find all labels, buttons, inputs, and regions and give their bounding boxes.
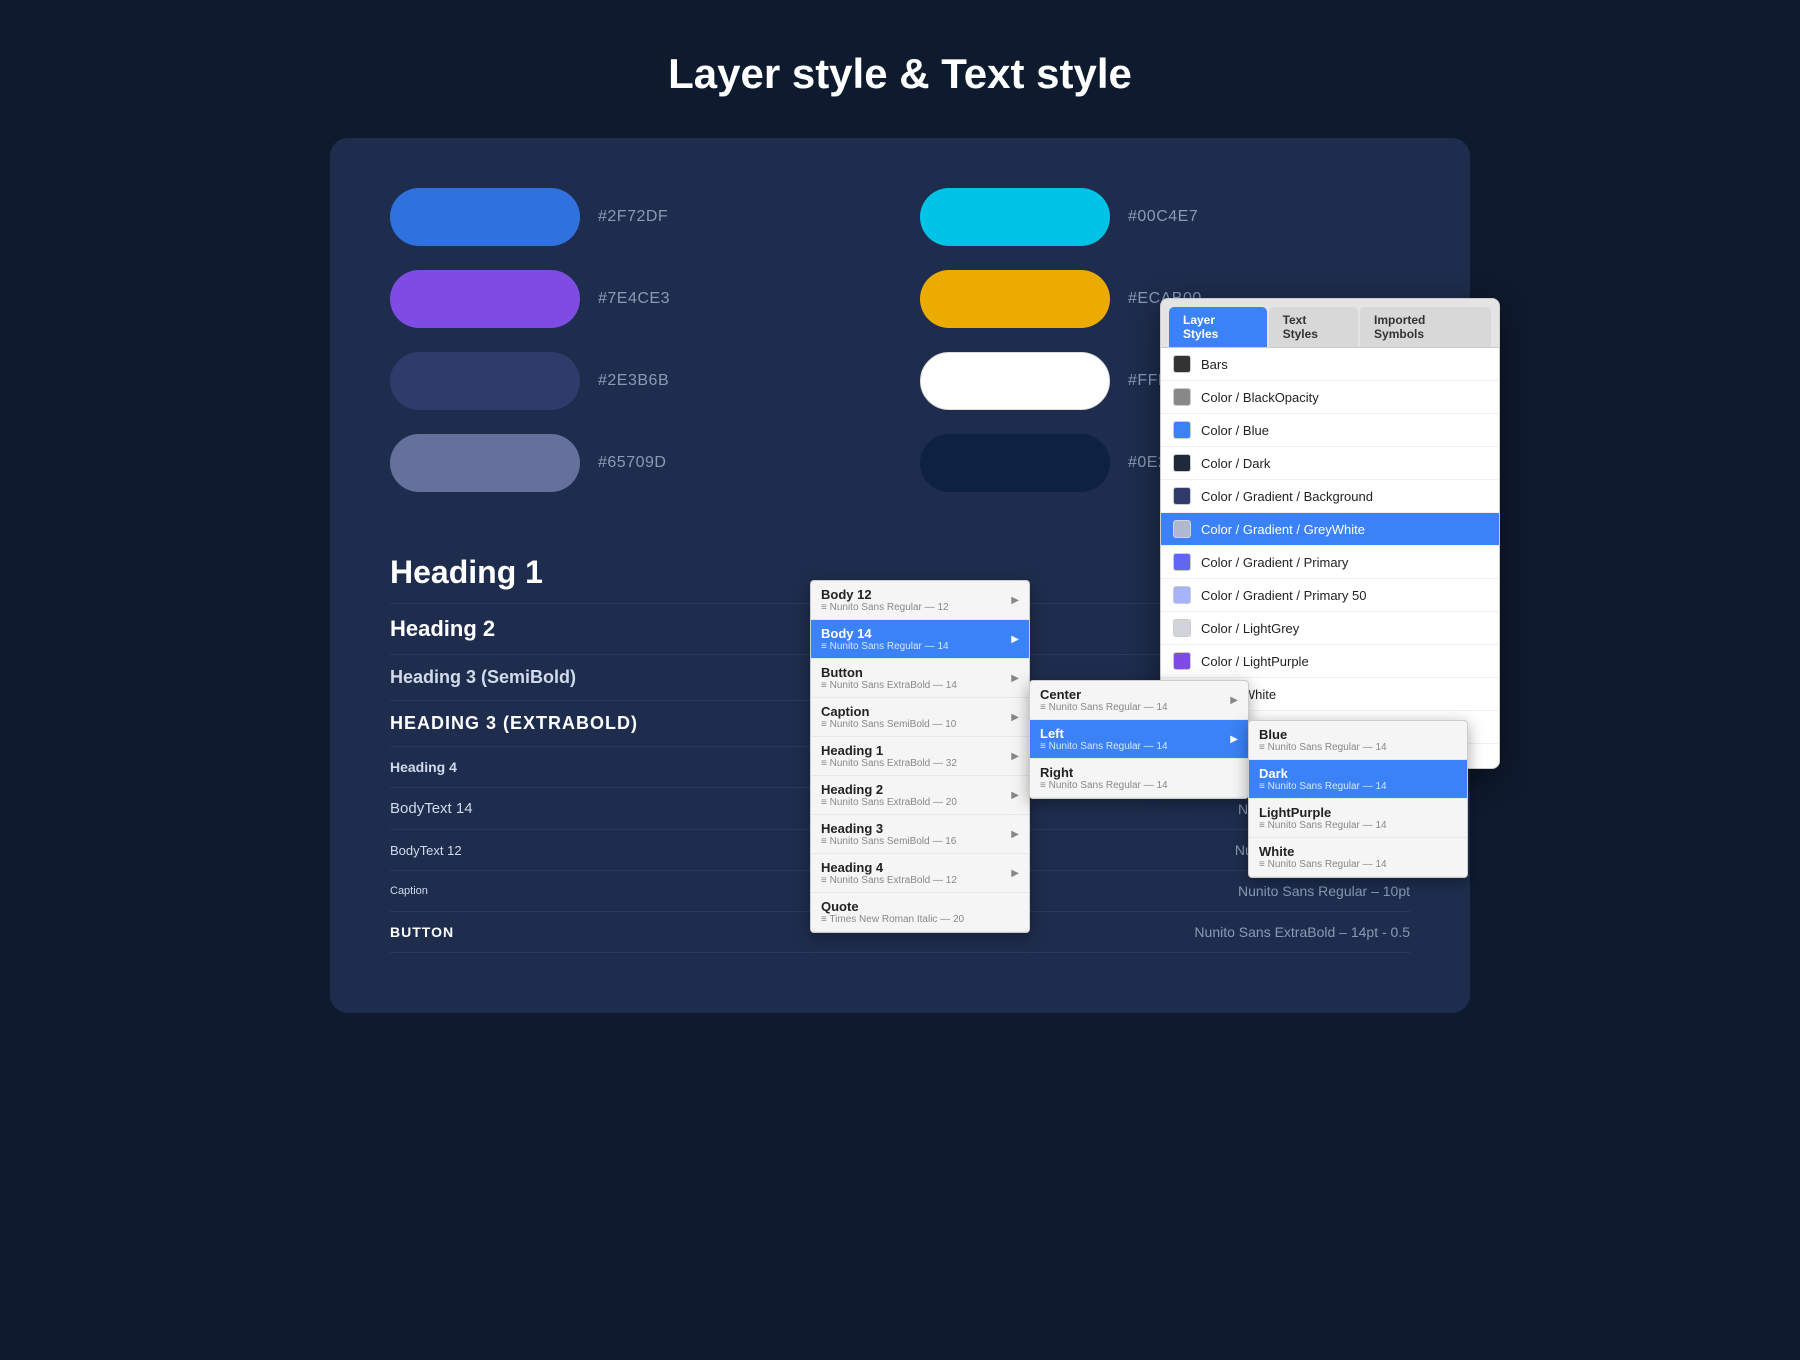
type-label-button: BUTTON: [390, 924, 454, 940]
text-menu-l2: Center≡ Nunito Sans Regular — 14▶Left≡ N…: [1029, 680, 1249, 799]
color-dot-icon: [1173, 421, 1191, 439]
dropdown-item[interactable]: Center≡ Nunito Sans Regular — 14▶: [1030, 681, 1248, 720]
panel-item[interactable]: Color / Gradient / Primary: [1161, 546, 1499, 579]
arrow-icon: ▶: [1011, 673, 1019, 684]
panel-item[interactable]: Bars: [1161, 348, 1499, 381]
arrow-icon: ▶: [1230, 734, 1238, 745]
type-label-caption: Caption: [390, 885, 428, 897]
dropdown-item[interactable]: Heading 3≡ Nunito Sans SemiBold — 16▶: [811, 815, 1029, 854]
text-menu-l3: Blue≡ Nunito Sans Regular — 14Dark≡ Nuni…: [1248, 720, 1468, 878]
dropdown-item[interactable]: White≡ Nunito Sans Regular — 14: [1249, 838, 1467, 877]
swatch-row-blue: #2F72DF: [390, 188, 880, 246]
type-label-h2: Heading 2: [390, 616, 495, 642]
tab-layer-styles[interactable]: Layer Styles: [1169, 307, 1267, 347]
dropdown-item[interactable]: Body 14≡ Nunito Sans Regular — 14▶: [811, 620, 1029, 659]
text-menu-l1: Body 12≡ Nunito Sans Regular — 12▶Body 1…: [810, 580, 1030, 933]
type-label-h3sb: Heading 3 (SemiBold): [390, 667, 576, 688]
swatch-row-cyan: #00C4E7: [920, 188, 1410, 246]
arrow-icon: ▶: [1011, 595, 1019, 606]
color-dot-icon: [1173, 553, 1191, 571]
hex-grey: #2E3B6B: [598, 372, 669, 390]
dropdown-item[interactable]: Body 12≡ Nunito Sans Regular — 12▶: [811, 581, 1029, 620]
swatch-row-slate: #65709D: [390, 434, 880, 492]
arrow-icon: ▶: [1011, 868, 1019, 879]
swatch-purple: [390, 270, 580, 328]
dropdown-item[interactable]: Heading 1≡ Nunito Sans ExtraBold — 32▶: [811, 737, 1029, 776]
panel-item[interactable]: Color / Blue: [1161, 414, 1499, 447]
arrow-icon: ▶: [1230, 695, 1238, 706]
color-dot-icon: [1173, 388, 1191, 406]
arrow-icon: ▶: [1011, 634, 1019, 645]
panel-item[interactable]: Color / BlackOpacity: [1161, 381, 1499, 414]
dropdown-item[interactable]: Dark≡ Nunito Sans Regular — 14: [1249, 760, 1467, 799]
swatch-blue: [390, 188, 580, 246]
dropdown-item[interactable]: Heading 2≡ Nunito Sans ExtraBold — 20▶: [811, 776, 1029, 815]
dropdown-item[interactable]: Caption≡ Nunito Sans SemiBold — 10▶: [811, 698, 1029, 737]
swatch-cyan: [920, 188, 1110, 246]
type-label-h3eb: HEADING 3 (EXTRABOLD): [390, 713, 638, 734]
dropdown-item[interactable]: Button≡ Nunito Sans ExtraBold — 14▶: [811, 659, 1029, 698]
arrow-icon: ▶: [1011, 829, 1019, 840]
color-dot-icon: [1173, 520, 1191, 538]
swatch-dark: [920, 434, 1110, 492]
arrow-icon: ▶: [1011, 751, 1019, 762]
type-label-body14: BodyText 14: [390, 800, 473, 817]
swatch-yellow: [920, 270, 1110, 328]
swatch-slate: [390, 434, 580, 492]
text-menus: Body 12≡ Nunito Sans Regular — 12▶Body 1…: [810, 580, 1468, 933]
type-label-h4: Heading 4: [390, 759, 457, 775]
swatch-row-grey: #2E3B6B: [390, 352, 880, 410]
panel-item[interactable]: Color / Gradient / GreyWhite: [1161, 513, 1499, 546]
tab-text-styles[interactable]: Text Styles: [1269, 307, 1358, 347]
type-label-h1: Heading 1: [390, 554, 543, 591]
dropdown-item[interactable]: Quote≡ Times New Roman Italic — 20: [811, 893, 1029, 932]
panel-item[interactable]: Color / Dark: [1161, 447, 1499, 480]
panel-tabs: Layer Styles Text Styles Imported Symbol…: [1161, 299, 1499, 348]
type-label-body12: BodyText 12: [390, 843, 462, 858]
panel-item[interactable]: Color / Gradient / Background: [1161, 480, 1499, 513]
page-title: Layer style & Text style: [0, 0, 1800, 138]
hex-blue: #2F72DF: [598, 208, 668, 226]
color-dot-icon: [1173, 454, 1191, 472]
arrow-icon: ▶: [1011, 712, 1019, 723]
hex-purple: #7E4CE3: [598, 290, 670, 308]
tab-imported-symbols[interactable]: Imported Symbols: [1360, 307, 1491, 347]
arrow-icon: ▶: [1011, 790, 1019, 801]
swatch-grey: [390, 352, 580, 410]
dropdown-item[interactable]: Left≡ Nunito Sans Regular — 14▶: [1030, 720, 1248, 759]
main-card: #2F72DF #00C4E7 #7E4CE3 #ECAB00 #2E3B6B …: [330, 138, 1470, 1013]
hex-slate: #65709D: [598, 454, 666, 472]
dropdown-item[interactable]: Blue≡ Nunito Sans Regular — 14: [1249, 721, 1467, 760]
dropdown-item[interactable]: Right≡ Nunito Sans Regular — 14: [1030, 759, 1248, 798]
dropdown-item[interactable]: Heading 4≡ Nunito Sans ExtraBold — 12▶: [811, 854, 1029, 893]
hex-cyan: #00C4E7: [1128, 208, 1198, 226]
color-dot-icon: [1173, 487, 1191, 505]
color-dot-icon: [1173, 355, 1191, 373]
swatch-row-purple: #7E4CE3: [390, 270, 880, 328]
dropdown-item[interactable]: LightPurple≡ Nunito Sans Regular — 14: [1249, 799, 1467, 838]
swatch-white: [920, 352, 1110, 410]
